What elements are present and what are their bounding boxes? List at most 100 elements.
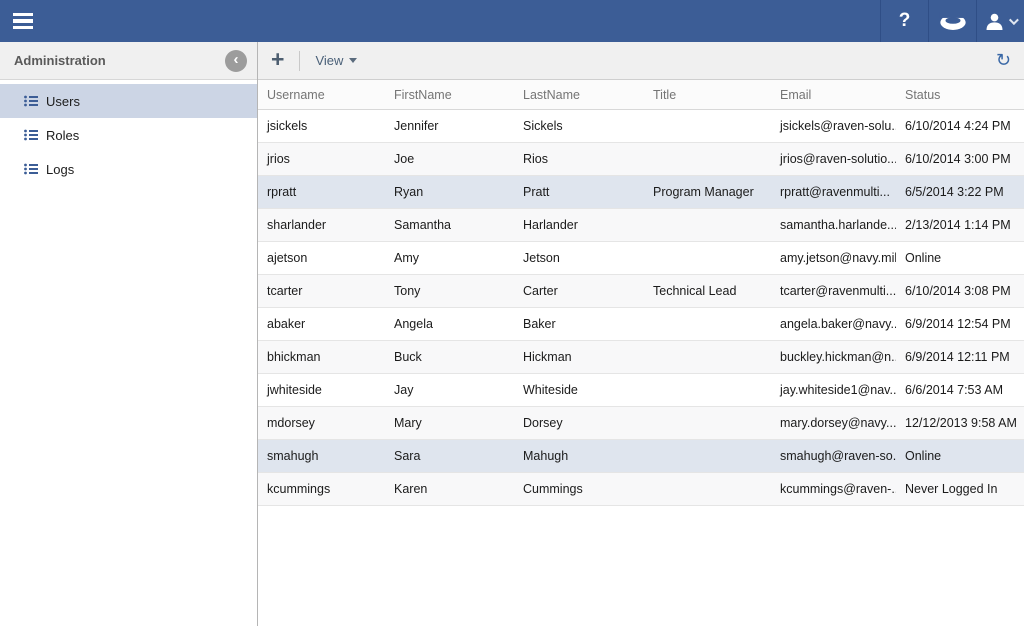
table-header: UsernameFirstNameLastNameTitleEmailStatu… bbox=[258, 80, 1024, 110]
cell-email: smahugh@raven-so... bbox=[771, 449, 896, 463]
cell-username: smahugh bbox=[258, 449, 385, 463]
cell-lastname: Cummings bbox=[514, 482, 644, 496]
table-row[interactable]: sharlander Samantha Harlander samantha.h… bbox=[258, 209, 1024, 242]
view-dropdown-label: View bbox=[315, 53, 343, 68]
cell-email: mary.dorsey@navy.... bbox=[771, 416, 896, 430]
cell-lastname: Dorsey bbox=[514, 416, 644, 430]
plus-icon: + bbox=[271, 46, 284, 72]
cell-email: kcummings@raven-... bbox=[771, 482, 896, 496]
page-title: Administration bbox=[14, 53, 225, 68]
cell-username: tcarter bbox=[258, 284, 385, 298]
cell-firstname: Karen bbox=[385, 482, 514, 496]
table-row[interactable]: smahugh Sara Mahugh smahugh@raven-so... … bbox=[258, 440, 1024, 473]
list-icon bbox=[24, 95, 38, 107]
chevron-down-icon bbox=[349, 58, 357, 63]
cell-firstname: Joe bbox=[385, 152, 514, 166]
refresh-button[interactable]: ↻ bbox=[996, 52, 1011, 70]
cell-email: jsickels@raven-solu... bbox=[771, 119, 896, 133]
cell-lastname: Pratt bbox=[514, 185, 644, 199]
sidebar-item-label: Users bbox=[46, 94, 80, 109]
cell-username: jrios bbox=[258, 152, 385, 166]
collapse-sidebar-button[interactable]: ‹ bbox=[225, 50, 247, 72]
sidebar-item-logs[interactable]: Logs bbox=[0, 152, 257, 186]
cell-email: samantha.harlande... bbox=[771, 218, 896, 232]
cell-username: rpratt bbox=[258, 185, 385, 199]
column-header-firstname[interactable]: FirstName bbox=[385, 88, 514, 102]
cell-status: 6/9/2014 12:54 PM bbox=[896, 317, 1024, 331]
cell-firstname: Samantha bbox=[385, 218, 514, 232]
toolbar: + View ↻ bbox=[258, 42, 1024, 80]
sidebar-item-roles[interactable]: Roles bbox=[0, 118, 257, 152]
cell-username: jwhiteside bbox=[258, 383, 385, 397]
phone-icon bbox=[938, 12, 968, 31]
cell-firstname: Ryan bbox=[385, 185, 514, 199]
cell-lastname: Jetson bbox=[514, 251, 644, 265]
chevron-down-icon bbox=[1009, 15, 1019, 25]
list-icon bbox=[24, 129, 38, 141]
column-header-username[interactable]: Username bbox=[258, 88, 385, 102]
chevron-left-icon: ‹ bbox=[234, 52, 239, 67]
sidebar-item-label: Roles bbox=[46, 128, 79, 143]
cell-email: angela.baker@navy... bbox=[771, 317, 896, 331]
cell-firstname: Amy bbox=[385, 251, 514, 265]
cell-username: abaker bbox=[258, 317, 385, 331]
table-row[interactable]: rpratt Ryan Pratt Program Manager rpratt… bbox=[258, 176, 1024, 209]
column-header-lastname[interactable]: LastName bbox=[514, 88, 644, 102]
sidebar-item-users[interactable]: Users bbox=[0, 84, 257, 118]
table-row[interactable]: mdorsey Mary Dorsey mary.dorsey@navy....… bbox=[258, 407, 1024, 440]
cell-status: Never Logged In bbox=[896, 482, 1024, 496]
cell-status: 6/10/2014 3:00 PM bbox=[896, 152, 1024, 166]
refresh-icon: ↻ bbox=[996, 50, 1011, 71]
sidebar-item-label: Logs bbox=[46, 162, 74, 177]
sidebar-header: Administration ‹ bbox=[0, 42, 257, 80]
cell-status: 12/12/2013 9:58 AM bbox=[896, 416, 1024, 430]
user-icon bbox=[985, 13, 1004, 30]
table-row[interactable]: jsickels Jennifer Sickels jsickels@raven… bbox=[258, 110, 1024, 143]
cell-title: Program Manager bbox=[644, 185, 771, 199]
cell-username: ajetson bbox=[258, 251, 385, 265]
cell-lastname: Whiteside bbox=[514, 383, 644, 397]
cell-username: mdorsey bbox=[258, 416, 385, 430]
table-row[interactable]: tcarter Tony Carter Technical Lead tcart… bbox=[258, 275, 1024, 308]
menu-button[interactable] bbox=[0, 0, 46, 42]
cell-firstname: Mary bbox=[385, 416, 514, 430]
cell-status: 6/10/2014 3:08 PM bbox=[896, 284, 1024, 298]
add-button[interactable]: + bbox=[258, 48, 299, 74]
question-icon: ? bbox=[899, 10, 911, 32]
table-row[interactable]: kcummings Karen Cummings kcummings@raven… bbox=[258, 473, 1024, 506]
cell-email: tcarter@ravenmulti... bbox=[771, 284, 896, 298]
cell-username: kcummings bbox=[258, 482, 385, 496]
list-icon bbox=[24, 163, 38, 175]
user-menu-button[interactable] bbox=[976, 0, 1024, 42]
table-row[interactable]: abaker Angela Baker angela.baker@navy...… bbox=[258, 308, 1024, 341]
column-header-title[interactable]: Title bbox=[644, 88, 771, 102]
table-row[interactable]: ajetson Amy Jetson amy.jetson@navy.mil O… bbox=[258, 242, 1024, 275]
cell-email: rpratt@ravenmulti... bbox=[771, 185, 896, 199]
cell-status: Online bbox=[896, 251, 1024, 265]
phone-button[interactable] bbox=[928, 0, 976, 42]
cell-lastname: Baker bbox=[514, 317, 644, 331]
hamburger-icon bbox=[13, 13, 33, 17]
table-row[interactable]: jrios Joe Rios jrios@raven-solutio... 6/… bbox=[258, 143, 1024, 176]
cell-username: bhickman bbox=[258, 350, 385, 364]
cell-email: jay.whiteside1@nav... bbox=[771, 383, 896, 397]
cell-status: 6/10/2014 4:24 PM bbox=[896, 119, 1024, 133]
view-dropdown[interactable]: View bbox=[315, 53, 357, 68]
cell-email: buckley.hickman@n... bbox=[771, 350, 896, 364]
table-row[interactable]: bhickman Buck Hickman buckley.hickman@n.… bbox=[258, 341, 1024, 374]
column-header-status[interactable]: Status bbox=[896, 88, 1024, 102]
app-body: Administration ‹ Users Roles bbox=[0, 42, 1024, 626]
topbar-actions: ? bbox=[880, 0, 1024, 42]
main-content: + View ↻ UsernameFirstNameLastNameTitleE… bbox=[258, 42, 1024, 626]
cell-firstname: Tony bbox=[385, 284, 514, 298]
toolbar-divider bbox=[299, 51, 300, 71]
cell-status: 6/5/2014 3:22 PM bbox=[896, 185, 1024, 199]
cell-email: amy.jetson@navy.mil bbox=[771, 251, 896, 265]
cell-username: jsickels bbox=[258, 119, 385, 133]
cell-title: Technical Lead bbox=[644, 284, 771, 298]
column-header-email[interactable]: Email bbox=[771, 88, 896, 102]
cell-lastname: Hickman bbox=[514, 350, 644, 364]
cell-status: Online bbox=[896, 449, 1024, 463]
table-row[interactable]: jwhiteside Jay Whiteside jay.whiteside1@… bbox=[258, 374, 1024, 407]
help-button[interactable]: ? bbox=[880, 0, 928, 42]
